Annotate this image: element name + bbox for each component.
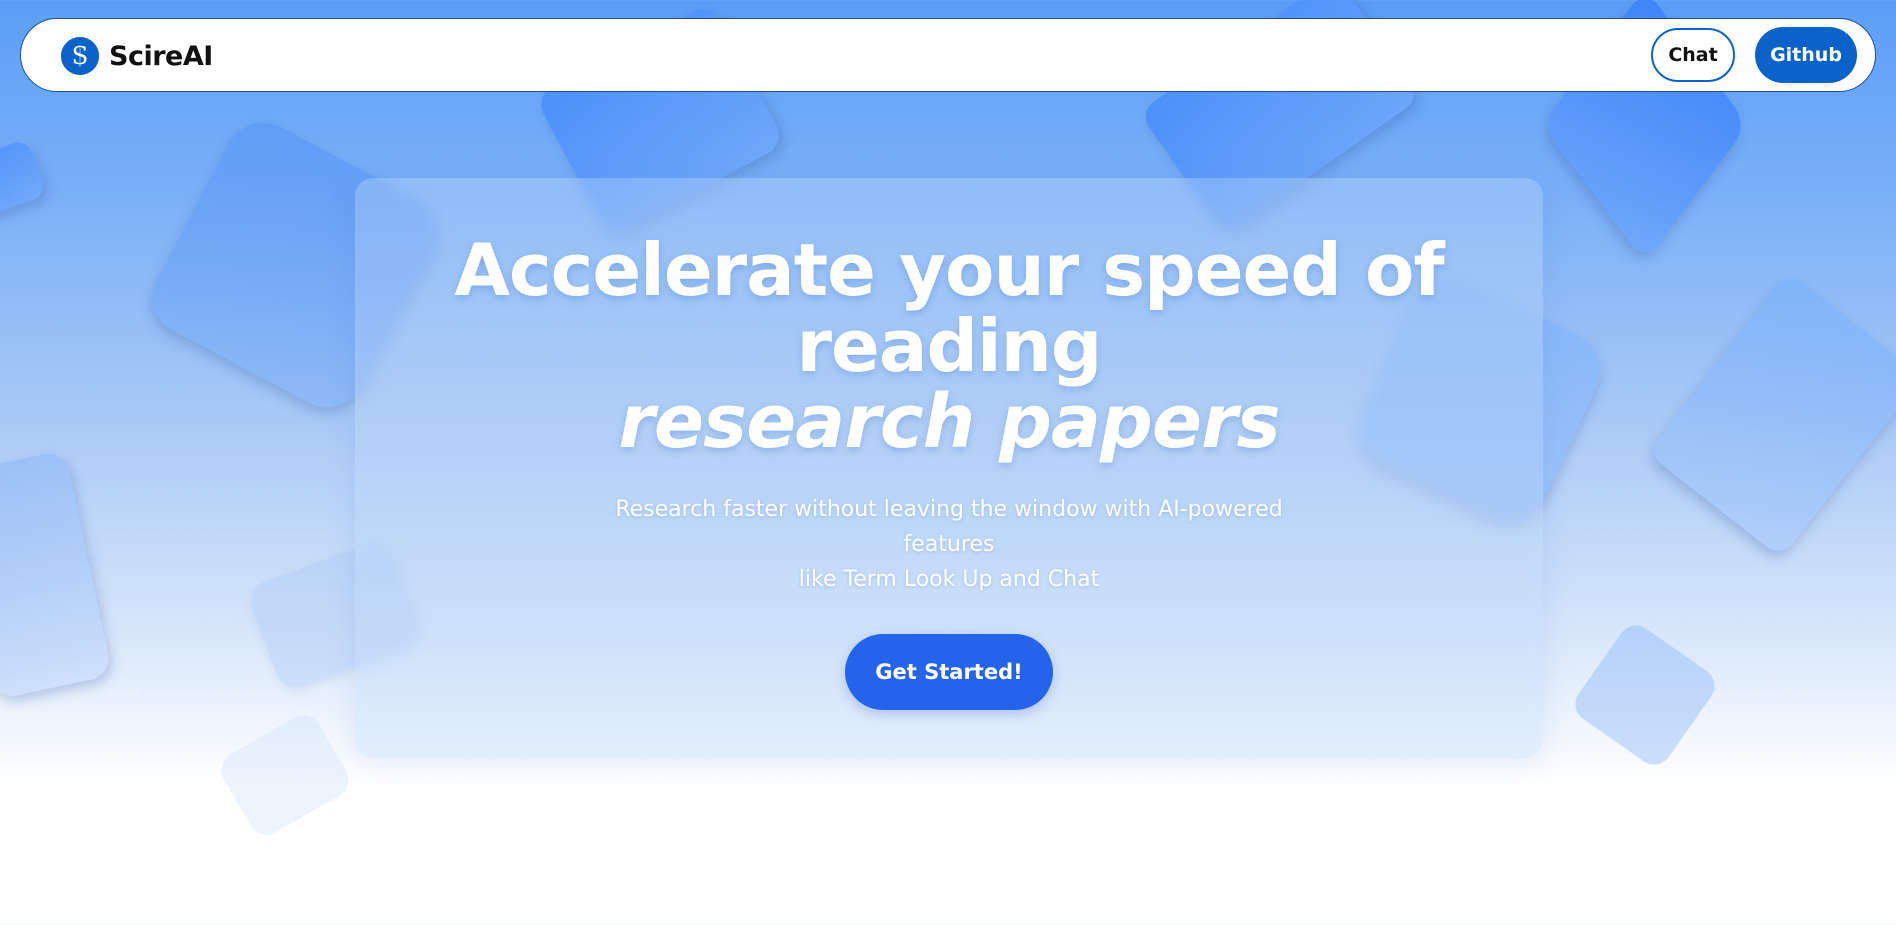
hero-card: Accelerate your speed of reading researc… [355,178,1543,758]
get-started-button[interactable]: Get Started! [845,634,1053,710]
bg-shape [0,450,113,700]
hero-headline: Accelerate your speed of reading researc… [355,232,1543,460]
headline-line-2: reading [796,304,1103,388]
subtitle-line-2: like Term Look Up and Chat [798,567,1100,592]
bg-shape [1568,618,1722,772]
top-navbar: S ScireAI Chat Github [20,18,1876,92]
brand-name: ScireAI [109,40,213,72]
headline-line-1: Accelerate your speed of [454,228,1445,312]
bg-shape [1647,272,1896,558]
brand[interactable]: S ScireAI [61,37,213,75]
hero-subtitle: Research faster without leaving the wind… [575,492,1323,597]
chat-button[interactable]: Chat [1651,28,1735,82]
headline-line-3: research papers [618,379,1280,465]
scireai-logo-icon: S [61,37,99,75]
subtitle-line-1: Research faster without leaving the wind… [615,497,1283,557]
bg-shape [0,138,48,222]
github-button[interactable]: Github [1755,27,1857,83]
bg-shape [214,708,356,842]
